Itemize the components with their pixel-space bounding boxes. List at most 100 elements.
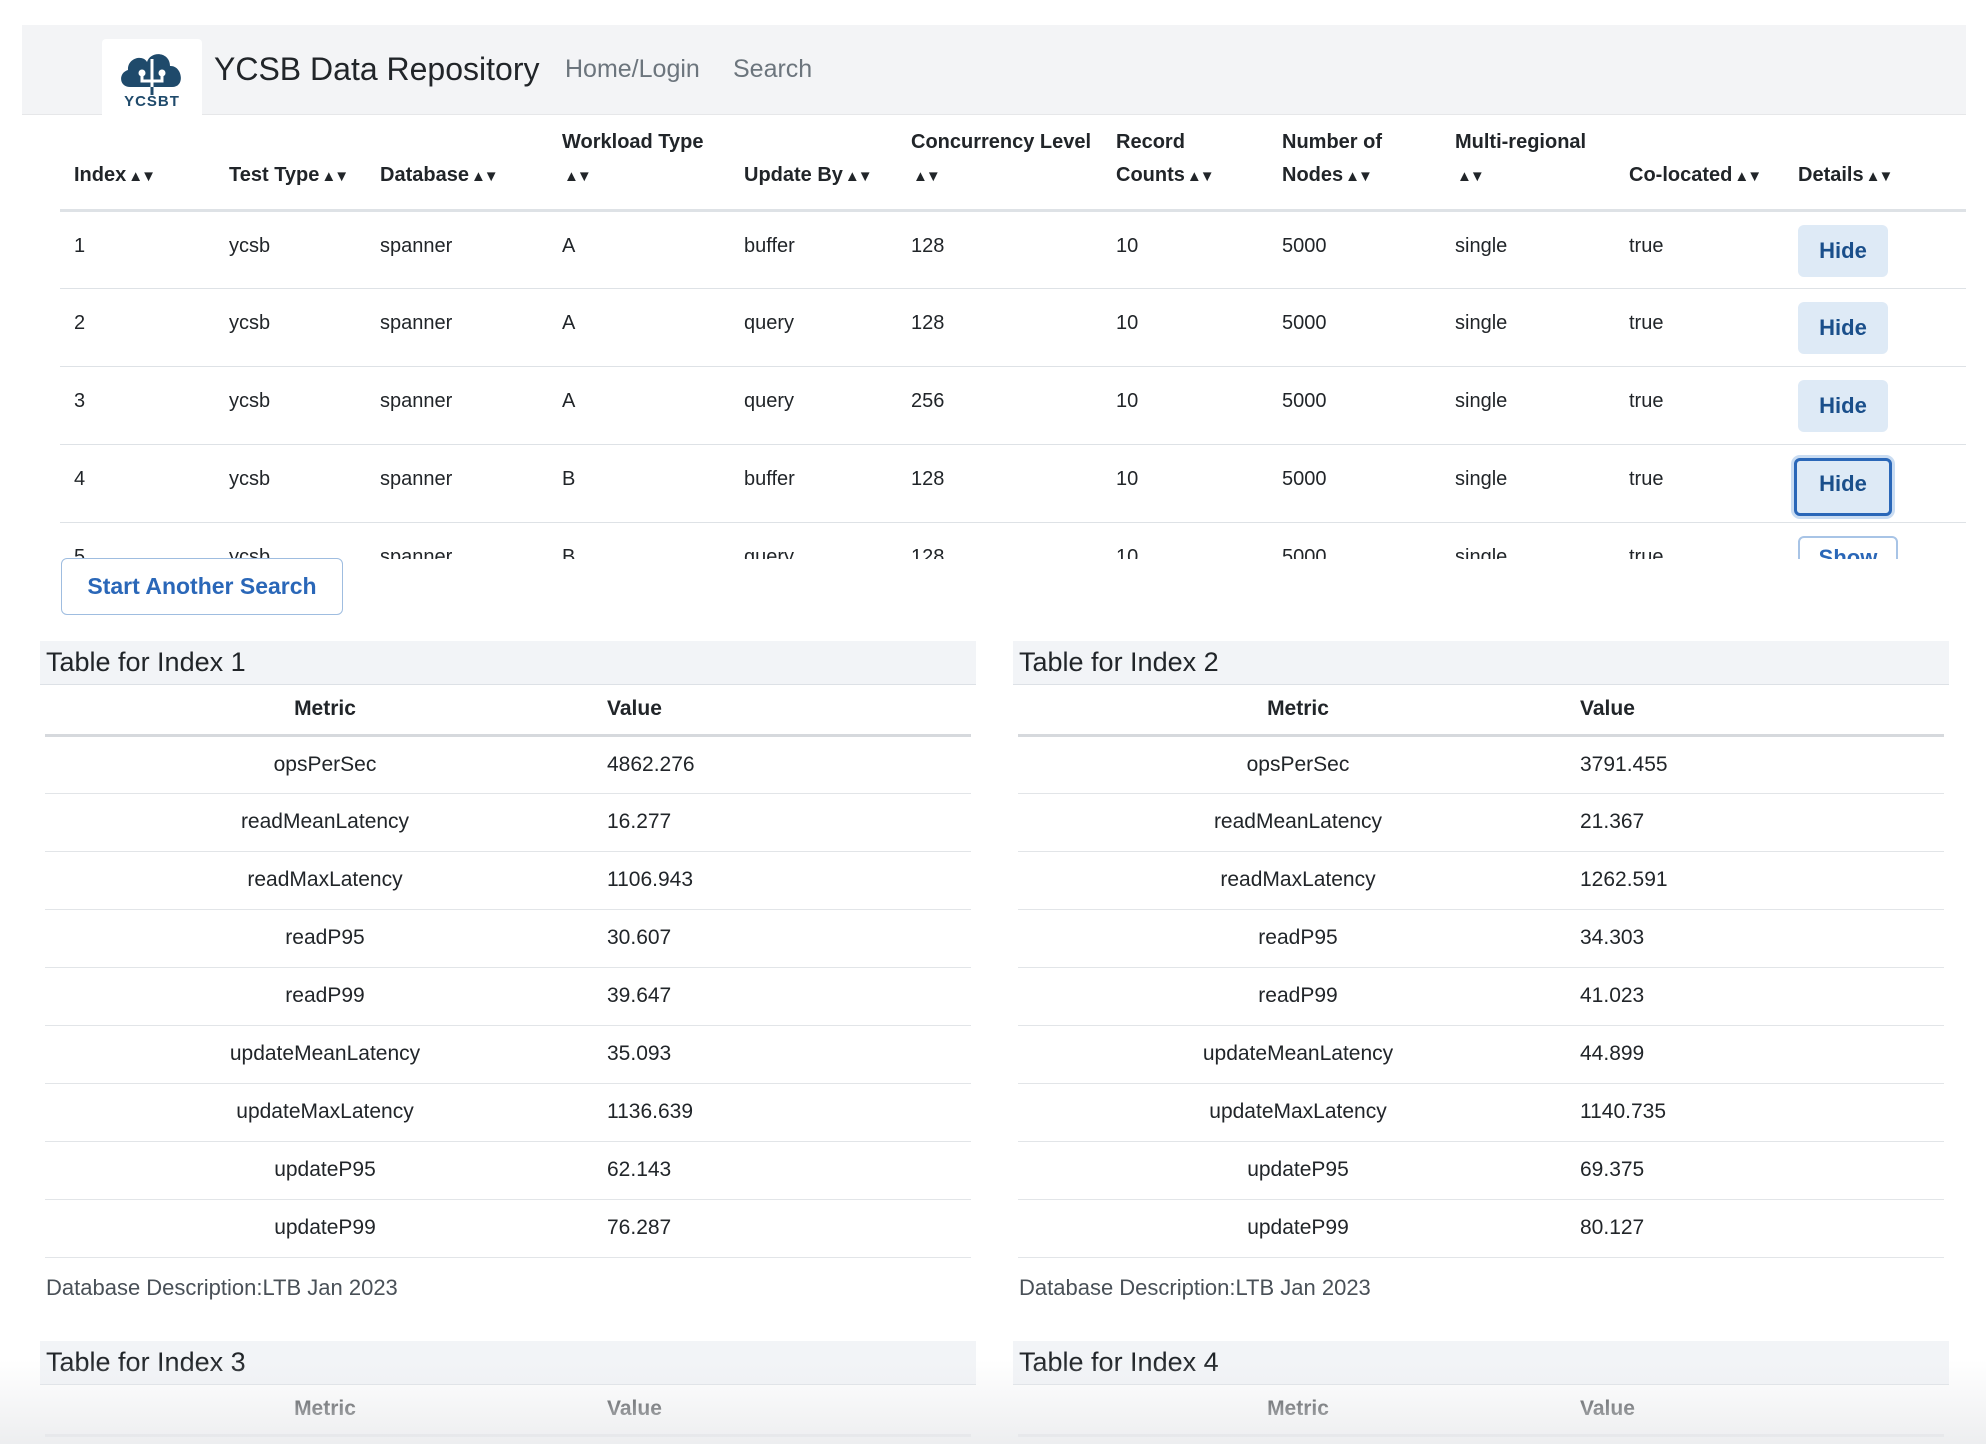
cell-database: spanner bbox=[366, 522, 548, 559]
cell-nodes: 5000 bbox=[1268, 210, 1441, 289]
table-row: 2 ycsb spanner Aquery 128 10 5000 single true Hid… bbox=[60, 288, 1966, 367]
metrics-header-row: MetricValue bbox=[1018, 685, 1944, 737]
sort-updown-icon[interactable]: ▲▼ bbox=[1187, 160, 1215, 193]
cell-update-by: buffer bbox=[730, 444, 897, 523]
cell-co-located: true bbox=[1615, 444, 1784, 523]
database-description: Database Description:LTB Jan 2023 bbox=[46, 1274, 398, 1300]
hide-details-button[interactable]: Hide bbox=[1794, 457, 1892, 516]
show-details-button[interactable]: Show bbox=[1798, 535, 1898, 559]
metric-column-header: Metric bbox=[1018, 685, 1578, 737]
header-label: Co-located bbox=[1629, 163, 1733, 186]
nav-search-link[interactable]: Search bbox=[733, 55, 812, 84]
cell-nodes: 5000 bbox=[1268, 288, 1441, 367]
cell-co-located: true bbox=[1615, 522, 1784, 559]
metric-value: 1106.943 bbox=[605, 851, 971, 910]
header-details[interactable]: Details ▲▼ bbox=[1784, 116, 1966, 212]
ycsbt-logo[interactable]: YCSBT bbox=[102, 39, 202, 125]
cell-workload: A bbox=[548, 366, 730, 445]
header-workload-type[interactable]: Workload Type ▲▼ bbox=[548, 116, 730, 212]
metric-name: readP99 bbox=[45, 967, 605, 1026]
cell-index: 2 bbox=[60, 288, 215, 367]
header-label: Update By bbox=[744, 163, 843, 186]
metric-value: 4862.276 bbox=[605, 735, 971, 794]
metric-value: 30.607 bbox=[605, 909, 971, 968]
cell-concurrency: 256 bbox=[897, 366, 1102, 445]
sort-updown-icon[interactable]: ▲▼ bbox=[913, 160, 941, 193]
bottom-fade bbox=[0, 1360, 1986, 1444]
metric-value: 44.899 bbox=[1578, 1025, 1944, 1084]
header-update-by[interactable]: Update By ▲▼ bbox=[730, 116, 897, 212]
cell-update-by: query bbox=[730, 522, 897, 559]
cloud-icon bbox=[121, 54, 181, 95]
metric-value: 41.023 bbox=[1578, 967, 1944, 1026]
cell-database: spanner bbox=[366, 444, 548, 523]
header-label: Record Counts bbox=[1116, 130, 1185, 186]
cell-details: Show bbox=[1784, 522, 1966, 559]
database-description: Database Description:LTB Jan 2023 bbox=[1019, 1274, 1371, 1300]
hide-details-button[interactable]: Hide bbox=[1798, 301, 1888, 354]
cell-workload: B bbox=[548, 522, 730, 559]
header-label: Workload Type bbox=[562, 130, 704, 153]
header-index[interactable]: Index ▲▼ bbox=[60, 116, 215, 212]
start-another-search-button[interactable]: Start Another Search bbox=[61, 558, 343, 615]
header-co-located[interactable]: Co-located ▲▼ bbox=[1615, 116, 1784, 212]
cell-index: 5 bbox=[60, 522, 215, 559]
metric-name: readMeanLatency bbox=[1018, 793, 1578, 852]
brand-title[interactable]: YCSB Data Repository bbox=[214, 51, 539, 88]
cell-co-located: true bbox=[1615, 366, 1784, 445]
cell-database: spanner bbox=[366, 366, 548, 445]
hide-details-button[interactable]: Hide bbox=[1798, 224, 1888, 277]
sort-updown-icon[interactable]: ▲▼ bbox=[1734, 160, 1762, 193]
metrics-table: Metric Value opsPerSec 3791.455 readMeanLate… bbox=[1018, 685, 1944, 1258]
header-concurrency-level[interactable]: Concurrency Level ▲▼ bbox=[897, 116, 1102, 212]
table-row: updateMeanLatency 44.899 bbox=[1018, 1025, 1944, 1084]
cell-update-by: query bbox=[730, 366, 897, 445]
sort-updown-icon[interactable]: ▲▼ bbox=[845, 160, 873, 193]
header-record-counts[interactable]: Record Counts ▲▼ bbox=[1102, 116, 1268, 212]
table-row: readP95 34.303 bbox=[1018, 909, 1944, 968]
header-test-type[interactable]: Test Type ▲▼ bbox=[215, 116, 366, 212]
metric-value: 3791.455 bbox=[1578, 735, 1944, 794]
header-multi-regional[interactable]: Multi-regional ▲▼ bbox=[1441, 116, 1615, 212]
cell-workload: A bbox=[548, 288, 730, 367]
cell-records: 10 bbox=[1102, 444, 1268, 523]
sort-updown-icon[interactable]: ▲▼ bbox=[1345, 160, 1373, 193]
metric-value: 1136.639 bbox=[605, 1083, 971, 1142]
header-label: Concurrency Level bbox=[911, 130, 1092, 153]
sort-updown-icon[interactable]: ▲▼ bbox=[1457, 160, 1485, 193]
sort-updown-icon[interactable]: ▲▼ bbox=[321, 160, 349, 193]
cell-concurrency: 128 bbox=[897, 522, 1102, 559]
cell-details: Hide bbox=[1784, 444, 1966, 523]
sort-updown-icon[interactable]: ▲▼ bbox=[128, 160, 156, 193]
table-row: 3 ycsb spanner Aquery 256 10 5000 single true Hid… bbox=[60, 366, 1966, 445]
cell-multi-regional: single bbox=[1441, 210, 1615, 289]
nav-home-login-link[interactable]: Home/Login bbox=[565, 55, 700, 84]
results-table-container[interactable]: Index ▲▼ Test Type ▲▼ Database ▲▼ Workload … bbox=[60, 116, 1966, 559]
metric-name: updateMeanLatency bbox=[45, 1025, 605, 1084]
header-label: Details bbox=[1798, 163, 1864, 186]
cell-concurrency: 128 bbox=[897, 444, 1102, 523]
cell-records: 10 bbox=[1102, 288, 1268, 367]
cell-multi-regional: single bbox=[1441, 366, 1615, 445]
header-database[interactable]: Database ▲▼ bbox=[366, 116, 548, 212]
table-row: 1 ycsb spanner Abuffer 128 10 5000 single true Hi… bbox=[60, 210, 1966, 289]
cell-test-type: ycsb bbox=[215, 366, 366, 445]
metric-name: readP95 bbox=[45, 909, 605, 968]
sort-updown-icon[interactable]: ▲▼ bbox=[564, 160, 592, 193]
table-row: updateP95 62.143 bbox=[45, 1141, 971, 1200]
sort-updown-icon[interactable]: ▲▼ bbox=[1866, 160, 1894, 193]
header-number-of-nodes[interactable]: Number of Nodes ▲▼ bbox=[1268, 116, 1441, 212]
metric-name: updateMaxLatency bbox=[1018, 1083, 1578, 1142]
table-row: readP99 41.023 bbox=[1018, 967, 1944, 1026]
cell-index: 3 bbox=[60, 366, 215, 445]
cell-records: 10 bbox=[1102, 366, 1268, 445]
cell-details: Hide bbox=[1784, 210, 1966, 289]
table-row: updateP99 80.127 bbox=[1018, 1199, 1944, 1258]
cell-database: spanner bbox=[366, 210, 548, 289]
metric-name: readP99 bbox=[1018, 967, 1578, 1026]
table-row: readMaxLatency 1262.591 bbox=[1018, 851, 1944, 910]
hide-details-button[interactable]: Hide bbox=[1798, 379, 1888, 432]
top-navbar: YCSBT YCSB Data Repository Home/Login Se… bbox=[22, 25, 1966, 125]
metric-value: 34.303 bbox=[1578, 909, 1944, 968]
sort-updown-icon[interactable]: ▲▼ bbox=[471, 160, 499, 193]
